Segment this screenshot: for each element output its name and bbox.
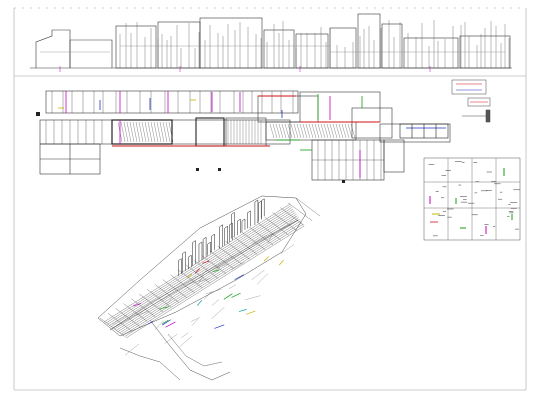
detail-legend-panel xyxy=(423,157,521,241)
elevation-view xyxy=(30,13,512,72)
cad-drawing xyxy=(13,7,527,391)
cad-drawing-viewport xyxy=(0,0,540,402)
sheet-frame xyxy=(13,7,527,391)
axonometric-view xyxy=(97,195,321,381)
section-detail xyxy=(451,79,491,123)
floor-plan-view xyxy=(36,90,451,183)
